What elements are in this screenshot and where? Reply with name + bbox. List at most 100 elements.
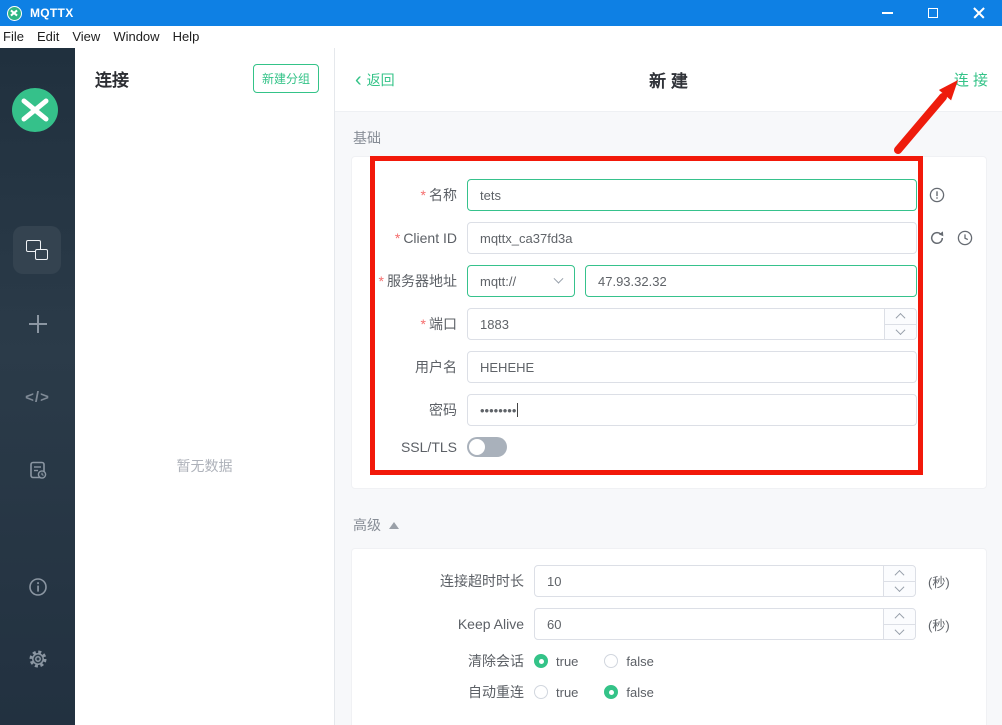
sidebar: </> [0,48,75,725]
timeout-spinner [883,566,915,596]
chevron-down-icon [896,325,906,335]
mqttx-logo [12,88,58,132]
menu-help[interactable]: Help [173,29,210,46]
form-row-client-id: *Client ID mqttx_ca37fd3a [352,222,986,254]
mqttx-window: MQTTX File Edit View Window Help [0,0,1002,725]
form-area: 基础 *名称 tets [335,112,1002,725]
timeout-label: 连接超时时长 [440,573,524,589]
menu-file[interactable]: File [3,29,34,46]
connections-panel-title: 连接 [95,66,129,91]
form-row-username: 用户名 HEHEHE [352,351,986,383]
form-row-host: *服务器地址 mqtt:// 47.93.32.32 [352,265,986,297]
connections-icon [26,240,48,260]
ssl-toggle[interactable] [467,437,507,457]
minimize-icon [882,12,893,14]
keepalive-input[interactable]: 60 [534,608,916,640]
username-input[interactable]: HEHEHE [467,351,917,383]
gear-icon [28,649,48,669]
port-decrement-button[interactable] [885,325,916,340]
section-advanced-title: 高级 [353,515,986,535]
titlebar: MQTTX [0,0,1002,26]
chevron-up-icon [896,313,906,323]
form-row-auto-reconnect: 自动重连 true false [352,682,986,702]
port-input[interactable]: 1883 [467,308,917,340]
mqttx-logo-mark [20,97,50,123]
host-input[interactable]: 47.93.32.32 [585,265,917,297]
window-controls [864,0,1002,26]
port-label: 端口 [429,316,457,332]
keepalive-increment-button[interactable] [884,609,915,625]
toggle-knob [469,439,485,455]
menu-edit[interactable]: Edit [37,29,69,46]
menu-window[interactable]: Window [113,29,169,46]
advanced-section-card: 连接超时时长 10 (秒) [351,548,987,725]
form-row-keepalive: Keep Alive 60 (秒) [352,608,986,640]
form-row-port: *端口 1883 [352,308,986,340]
connect-button[interactable]: 连 接 [954,69,988,90]
main-header: ‹ 返回 新 建 连 接 [335,48,1002,112]
back-label: 返回 [367,70,395,90]
timeout-unit: (秒) [928,572,950,591]
keepalive-decrement-button[interactable] [884,625,915,640]
timeout-decrement-button[interactable] [884,582,915,597]
refresh-client-id-icon[interactable] [929,230,945,246]
form-row-password: 密码 •••••••• [352,394,986,426]
clean-session-label: 清除会话 [468,653,524,669]
sidebar-item-script[interactable]: </> [0,389,75,406]
clean-session-false-radio[interactable]: false [604,654,653,669]
plus-icon [27,313,49,335]
basic-section-card: *名称 tets *Client I [351,156,987,489]
password-label: 密码 [429,402,457,418]
port-increment-button[interactable] [885,309,916,325]
collapse-triangle-icon[interactable] [389,522,399,529]
sidebar-item-log[interactable] [0,460,75,480]
minimize-button[interactable] [864,0,910,26]
port-spinner [884,309,916,339]
auto-reconnect-false-radio[interactable]: false [604,685,653,700]
name-info-icon[interactable] [929,187,945,203]
radio-unselected-icon [604,654,618,668]
name-label: 名称 [429,187,457,203]
maximize-button[interactable] [910,0,956,26]
sidebar-item-new-connection[interactable] [0,313,75,335]
menu-view[interactable]: View [72,29,110,46]
log-file-icon [28,460,48,480]
page-title: 新 建 [649,67,688,92]
chevron-down-icon [895,625,905,635]
password-input[interactable]: •••••••• [467,394,917,426]
new-group-button[interactable]: 新建分组 [253,64,319,93]
client-id-input[interactable]: mqttx_ca37fd3a [467,222,917,254]
sidebar-item-connections[interactable] [13,226,61,274]
main-content: ‹ 返回 新 建 连 接 基础 *名称 tets [335,48,1002,725]
code-icon: </> [25,389,50,406]
empty-state-text: 暂无数据 [75,456,334,476]
sidebar-item-settings[interactable] [0,649,75,669]
app-title: MQTTX [30,6,74,20]
form-row-timeout: 连接超时时长 10 (秒) [352,565,986,597]
chevron-down-icon [554,273,564,283]
host-label: 服务器地址 [387,273,457,289]
close-icon [973,7,985,19]
text-cursor [517,403,518,417]
keepalive-label: Keep Alive [458,616,524,632]
auto-reconnect-label: 自动重连 [468,684,524,700]
timestamp-clock-icon[interactable] [957,230,973,246]
app-logo-icon [7,6,22,21]
clean-session-true-radio[interactable]: true [534,654,578,669]
close-button[interactable] [956,0,1002,26]
required-mark: * [421,187,426,203]
section-basic-title: 基础 [353,128,986,148]
timeout-input[interactable]: 10 [534,565,916,597]
radio-unselected-icon [534,685,548,699]
username-label: 用户名 [415,359,457,375]
name-input[interactable]: tets [467,179,917,211]
auto-reconnect-true-radio[interactable]: true [534,685,578,700]
keepalive-unit: (秒) [928,615,950,634]
protocol-select[interactable]: mqtt:// [467,265,575,297]
chevron-down-icon [895,582,905,592]
info-icon [28,577,48,597]
maximize-icon [928,8,938,18]
back-button[interactable]: ‹ 返回 [355,70,395,90]
timeout-increment-button[interactable] [884,566,915,582]
sidebar-item-about[interactable] [0,577,75,597]
